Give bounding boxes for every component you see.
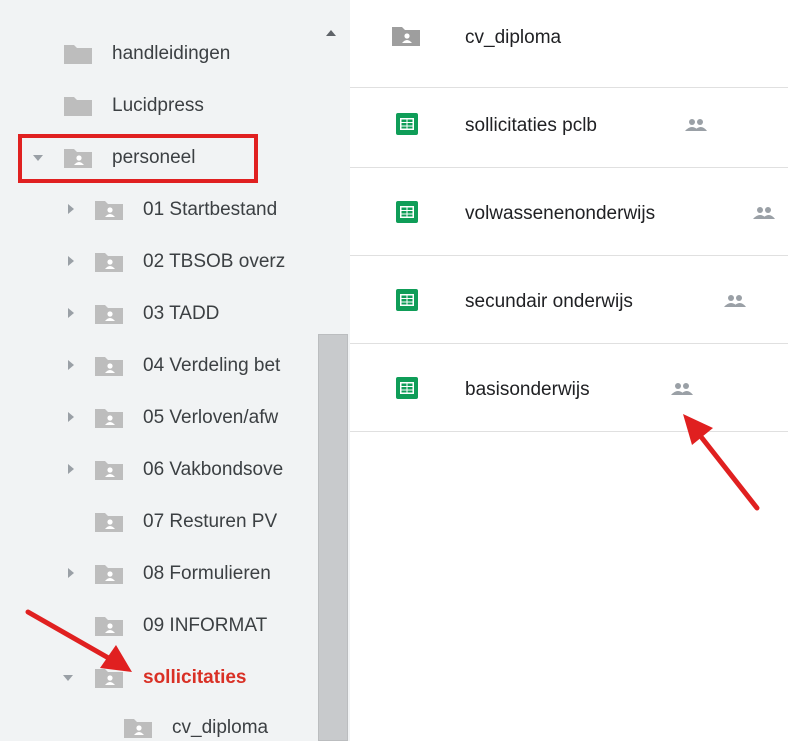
tree-item-label: 06 Vakbondsove — [143, 459, 284, 480]
file-name: secundair onderwijs — [465, 291, 633, 312]
caret-right-icon[interactable] — [68, 204, 74, 214]
tree-item-label: Lucidpress — [112, 95, 204, 116]
tree-item-06-vakbond[interactable]: 06 Vakbondsove — [0, 450, 318, 490]
shared-folder-icon — [95, 513, 123, 532]
scroll-up-icon[interactable] — [326, 30, 336, 36]
shared-folder-icon — [95, 565, 123, 584]
shared-folder-icon — [95, 669, 123, 688]
tree-item-04-verdeling[interactable]: 04 Verdeling bet — [0, 346, 318, 386]
tree-item-07-resturen[interactable]: 07 Resturen PV — [0, 502, 318, 542]
shared-folder-icon — [124, 719, 152, 738]
tree-item-handleidingen[interactable]: handleidingen — [0, 34, 318, 74]
shared-folder-icon — [95, 617, 123, 636]
shared-folder-icon — [95, 201, 123, 220]
caret-right-icon[interactable] — [68, 568, 74, 578]
file-row-cv-diploma[interactable]: cv_diploma — [350, 0, 788, 88]
caret-right-icon[interactable] — [68, 308, 74, 318]
caret-right-icon[interactable] — [68, 412, 74, 422]
sheets-icon — [396, 289, 418, 311]
sheets-icon — [396, 201, 418, 223]
tree-item-label: sollicitaties — [143, 667, 247, 688]
file-row-volwassenenonderwijs[interactable]: volwassenenonderwijs — [350, 168, 788, 256]
caret-down-icon[interactable] — [63, 675, 73, 681]
shared-folder-icon — [95, 357, 123, 376]
folder-tree-sidebar: handleidingen Lucidpress personeel 01 St… — [0, 0, 350, 741]
tree-item-08-formulieren[interactable]: 08 Formulieren — [0, 554, 318, 594]
tree-item-label: 04 Verdeling bet — [143, 355, 281, 376]
tree-item-cv-diploma[interactable]: cv_diploma — [0, 708, 318, 741]
tree-item-lucidpress[interactable]: Lucidpress — [0, 86, 318, 126]
file-name: sollicitaties pclb — [465, 115, 597, 136]
tree-item-label: handleidingen — [112, 43, 231, 64]
tree-item-label: 08 Formulieren — [143, 563, 271, 584]
folder-icon — [64, 97, 92, 116]
shared-folder-icon — [95, 461, 123, 480]
folder-icon — [64, 45, 92, 64]
sidebar-scrollbar[interactable] — [318, 0, 350, 741]
file-name: volwassenenonderwijs — [465, 203, 656, 224]
tree-item-03-tadd[interactable]: 03 TADD — [0, 294, 318, 334]
file-row-sollicitaties-pclb[interactable]: sollicitaties pclb — [350, 80, 788, 168]
file-row-basisonderwijs[interactable]: basisonderwijs — [350, 344, 788, 432]
tree-item-label: 07 Resturen PV — [143, 511, 278, 532]
shared-people-icon — [685, 119, 707, 131]
annotation-highlight-box — [18, 134, 258, 183]
file-name: cv_diploma — [465, 27, 562, 48]
sheets-icon — [396, 377, 418, 399]
shared-people-icon — [724, 295, 746, 307]
shared-people-icon — [753, 207, 775, 219]
tree-item-label: 05 Verloven/afw — [143, 407, 279, 428]
tree-item-sollicitaties[interactable]: sollicitaties — [0, 658, 318, 698]
tree-item-09-informat[interactable]: 09 INFORMAT — [0, 606, 318, 646]
caret-right-icon[interactable] — [68, 360, 74, 370]
tree-item-02-tbsob[interactable]: 02 TBSOB overz — [0, 242, 318, 282]
file-row-secundair-onderwijs[interactable]: secundair onderwijs — [350, 256, 788, 344]
scrollbar-thumb[interactable] — [318, 334, 348, 741]
shared-folder-icon — [392, 27, 420, 46]
sheets-icon — [396, 113, 418, 135]
shared-folder-icon — [95, 253, 123, 272]
shared-folder-icon — [95, 409, 123, 428]
tree-item-01-startbestand[interactable]: 01 Startbestand — [0, 190, 318, 230]
shared-folder-icon — [95, 305, 123, 324]
tree-item-label: 09 INFORMAT — [143, 615, 268, 636]
shared-people-icon — [671, 383, 693, 395]
tree-item-label: 01 Startbestand — [143, 199, 278, 220]
tree-item-label: 03 TADD — [143, 303, 220, 324]
caret-right-icon[interactable] — [68, 464, 74, 474]
tree-item-label: cv_diploma — [172, 717, 269, 738]
file-name: basisonderwijs — [465, 379, 590, 400]
caret-right-icon[interactable] — [68, 256, 74, 266]
file-list: cv_diploma sollicitaties pclb volwassene… — [350, 0, 788, 741]
tree-item-05-verloven[interactable]: 05 Verloven/afw — [0, 398, 318, 438]
tree-item-label: 02 TBSOB overz — [143, 251, 286, 272]
